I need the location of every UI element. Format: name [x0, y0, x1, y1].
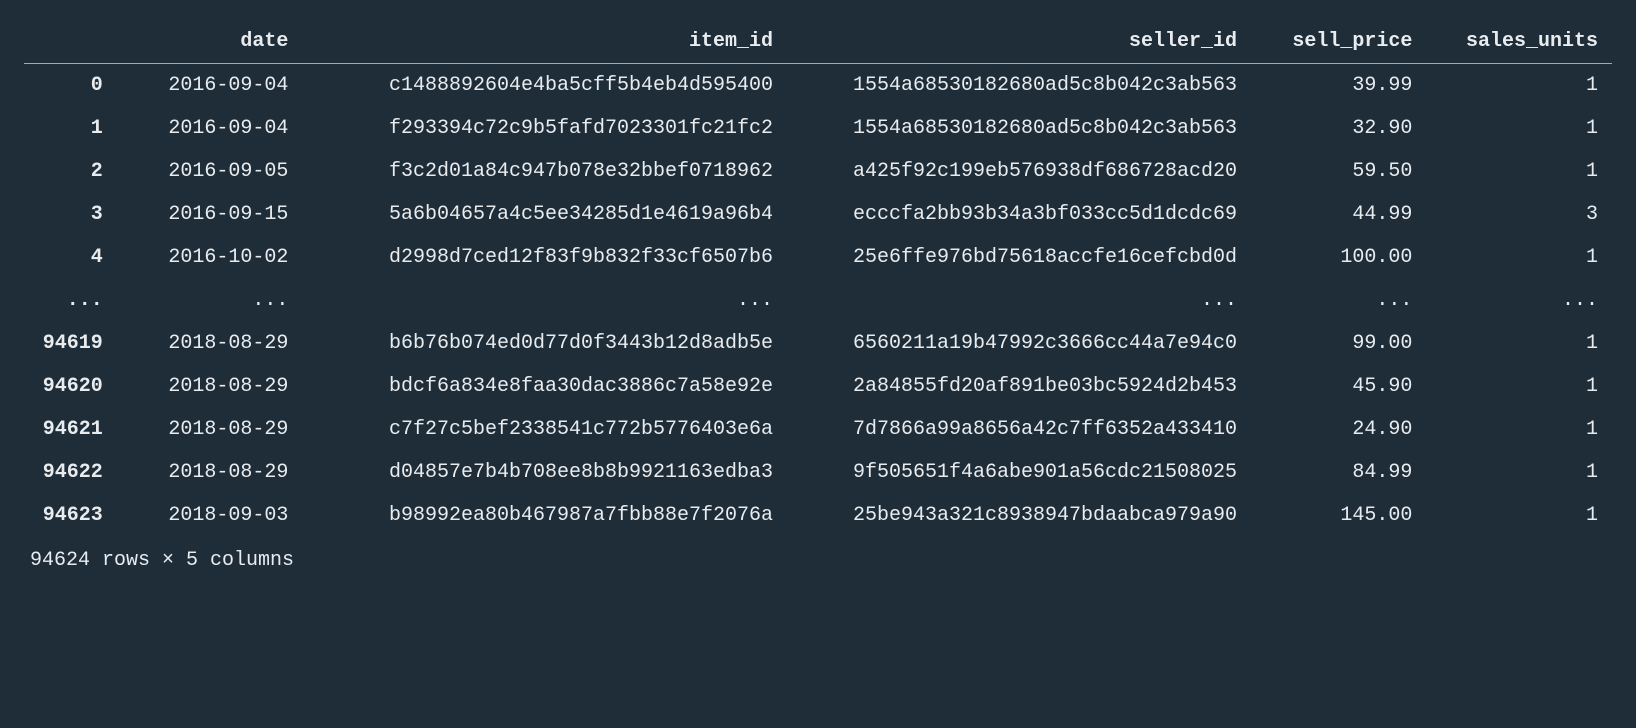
cell-date: 2016-10-02 — [117, 236, 303, 279]
cell-seller-id: ecccfa2bb93b34a3bf033cc5d1dcdc69 — [787, 193, 1251, 236]
cell-item-id: b98992ea80b467987a7fbb88e7f2076a — [302, 494, 787, 537]
cell-seller-id: 25e6ffe976bd75618accfe16cefcbd0d — [787, 236, 1251, 279]
cell-seller-id: 1554a68530182680ad5c8b042c3ab563 — [787, 107, 1251, 150]
row-index: 0 — [24, 64, 117, 108]
cell-sales-units: 3 — [1426, 193, 1612, 236]
cell-date: 2016-09-05 — [117, 150, 303, 193]
table-row: 2 2016-09-05 f3c2d01a84c947b078e32bbef07… — [24, 150, 1612, 193]
cell-sell-price: 99.00 — [1251, 322, 1426, 365]
cell-sales-units: 1 — [1426, 451, 1612, 494]
cell-sell-price: 45.90 — [1251, 365, 1426, 408]
cell-sales-units: 1 — [1426, 107, 1612, 150]
cell-date: 2018-08-29 — [117, 451, 303, 494]
cell-seller-id: 9f505651f4a6abe901a56cdc21508025 — [787, 451, 1251, 494]
cell-sell-price: 39.99 — [1251, 64, 1426, 108]
cell-sell-price: 24.90 — [1251, 408, 1426, 451]
cell-item-id: b6b76b074ed0d77d0f3443b12d8adb5e — [302, 322, 787, 365]
cell-date: 2018-08-29 — [117, 322, 303, 365]
cell-sell-price: 100.00 — [1251, 236, 1426, 279]
column-header-sales-units: sales_units — [1426, 20, 1612, 64]
cell-sales-units: ... — [1426, 279, 1612, 322]
row-index: 94623 — [24, 494, 117, 537]
table-row: 1 2016-09-04 f293394c72c9b5fafd7023301fc… — [24, 107, 1612, 150]
cell-item-id: c7f27c5bef2338541c772b5776403e6a — [302, 408, 787, 451]
table-row-ellipsis: ... ... ... ... ... ... — [24, 279, 1612, 322]
cell-sell-price: 145.00 — [1251, 494, 1426, 537]
cell-seller-id: 6560211a19b47992c3666cc44a7e94c0 — [787, 322, 1251, 365]
cell-item-id: bdcf6a834e8faa30dac3886c7a58e92e — [302, 365, 787, 408]
table-row: 3 2016-09-15 5a6b04657a4c5ee34285d1e4619… — [24, 193, 1612, 236]
table-row: 94621 2018-08-29 c7f27c5bef2338541c772b5… — [24, 408, 1612, 451]
cell-item-id: c1488892604e4ba5cff5b4eb4d595400 — [302, 64, 787, 108]
row-index: 94620 — [24, 365, 117, 408]
cell-sell-price: 59.50 — [1251, 150, 1426, 193]
cell-seller-id: 2a84855fd20af891be03bc5924d2b453 — [787, 365, 1251, 408]
table-body: 0 2016-09-04 c1488892604e4ba5cff5b4eb4d5… — [24, 64, 1612, 538]
table-row: 4 2016-10-02 d2998d7ced12f83f9b832f33cf6… — [24, 236, 1612, 279]
index-header — [24, 20, 117, 64]
cell-seller-id: ... — [787, 279, 1251, 322]
dataframe-table: date item_id seller_id sell_price sales_… — [24, 20, 1612, 537]
cell-sales-units: 1 — [1426, 365, 1612, 408]
row-index: 94621 — [24, 408, 117, 451]
table-row: 0 2016-09-04 c1488892604e4ba5cff5b4eb4d5… — [24, 64, 1612, 108]
cell-sales-units: 1 — [1426, 408, 1612, 451]
cell-item-id: ... — [302, 279, 787, 322]
table-row: 94620 2018-08-29 bdcf6a834e8faa30dac3886… — [24, 365, 1612, 408]
cell-sell-price: 84.99 — [1251, 451, 1426, 494]
cell-date: 2018-08-29 — [117, 365, 303, 408]
cell-date: 2018-08-29 — [117, 408, 303, 451]
cell-sales-units: 1 — [1426, 322, 1612, 365]
cell-sales-units: 1 — [1426, 494, 1612, 537]
cell-date: ... — [117, 279, 303, 322]
cell-seller-id: 25be943a321c8938947bdaabca979a90 — [787, 494, 1251, 537]
cell-item-id: d2998d7ced12f83f9b832f33cf6507b6 — [302, 236, 787, 279]
cell-sales-units: 1 — [1426, 236, 1612, 279]
cell-date: 2016-09-04 — [117, 64, 303, 108]
cell-sell-price: ... — [1251, 279, 1426, 322]
cell-item-id: d04857e7b4b708ee8b8b9921163edba3 — [302, 451, 787, 494]
cell-item-id: f3c2d01a84c947b078e32bbef0718962 — [302, 150, 787, 193]
cell-seller-id: 7d7866a99a8656a42c7ff6352a433410 — [787, 408, 1251, 451]
cell-date: 2016-09-15 — [117, 193, 303, 236]
dataframe-summary: 94624 rows × 5 columns — [24, 537, 1612, 578]
cell-sales-units: 1 — [1426, 150, 1612, 193]
cell-date: 2016-09-04 — [117, 107, 303, 150]
row-index: 1 — [24, 107, 117, 150]
cell-seller-id: a425f92c199eb576938df686728acd20 — [787, 150, 1251, 193]
row-index: 3 — [24, 193, 117, 236]
cell-item-id: f293394c72c9b5fafd7023301fc21fc2 — [302, 107, 787, 150]
cell-seller-id: 1554a68530182680ad5c8b042c3ab563 — [787, 64, 1251, 108]
row-index: 2 — [24, 150, 117, 193]
row-index: 94622 — [24, 451, 117, 494]
cell-sell-price: 44.99 — [1251, 193, 1426, 236]
table-row: 94619 2018-08-29 b6b76b074ed0d77d0f3443b… — [24, 322, 1612, 365]
row-index: ... — [24, 279, 117, 322]
table-row: 94623 2018-09-03 b98992ea80b467987a7fbb8… — [24, 494, 1612, 537]
row-index: 4 — [24, 236, 117, 279]
cell-date: 2018-09-03 — [117, 494, 303, 537]
column-header-seller-id: seller_id — [787, 20, 1251, 64]
row-index: 94619 — [24, 322, 117, 365]
column-header-date: date — [117, 20, 303, 64]
cell-item-id: 5a6b04657a4c5ee34285d1e4619a96b4 — [302, 193, 787, 236]
table-header: date item_id seller_id sell_price sales_… — [24, 20, 1612, 64]
table-row: 94622 2018-08-29 d04857e7b4b708ee8b8b992… — [24, 451, 1612, 494]
column-header-sell-price: sell_price — [1251, 20, 1426, 64]
cell-sell-price: 32.90 — [1251, 107, 1426, 150]
column-header-item-id: item_id — [302, 20, 787, 64]
cell-sales-units: 1 — [1426, 64, 1612, 108]
